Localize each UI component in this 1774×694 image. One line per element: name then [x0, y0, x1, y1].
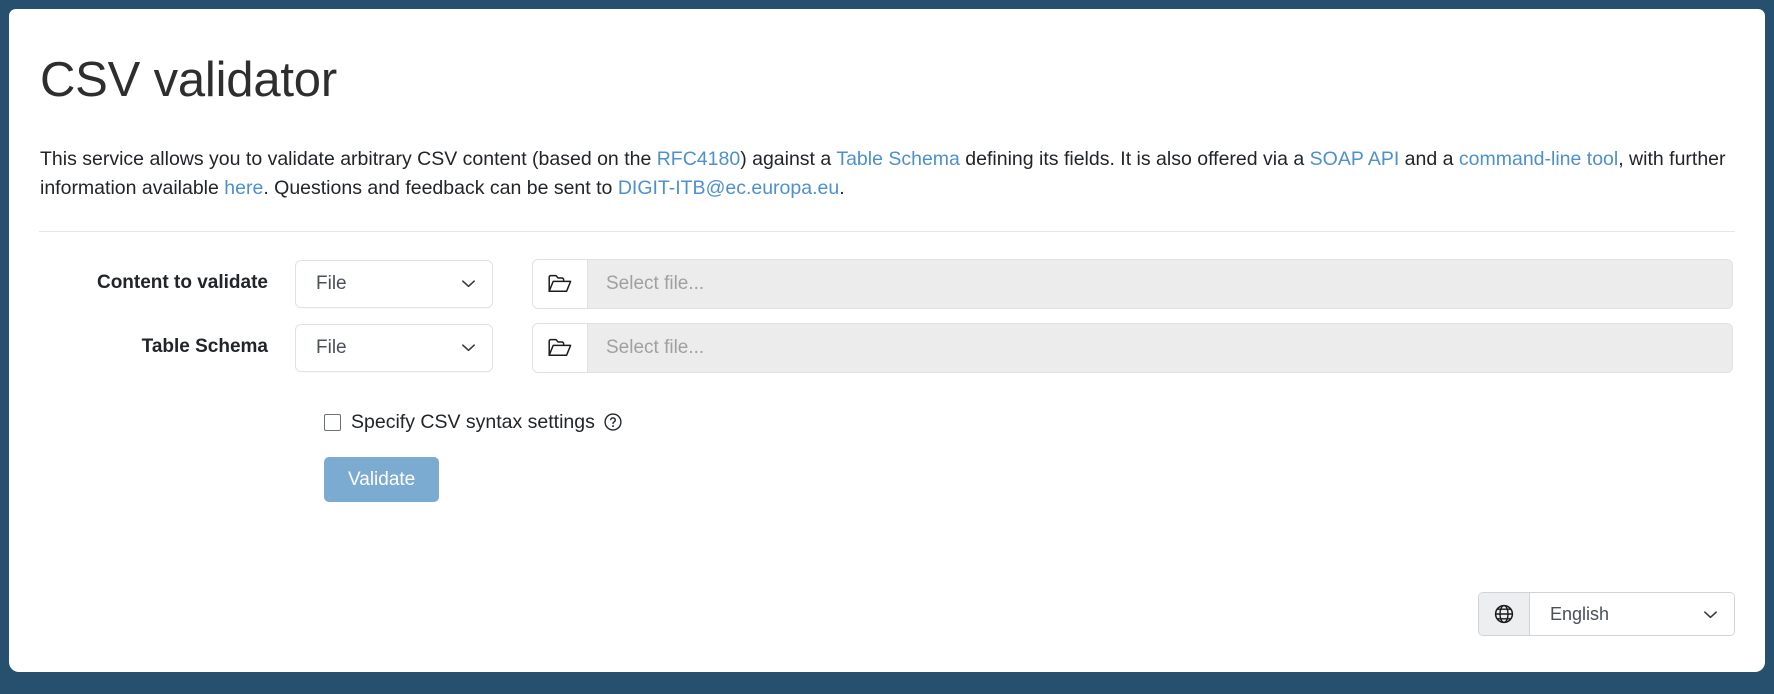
- intro-text-4: and a: [1399, 147, 1459, 170]
- schema-file-input-group[interactable]: Select file...: [532, 322, 1733, 373]
- table-schema-link[interactable]: Table Schema: [836, 148, 960, 170]
- schema-file-placeholder[interactable]: Select file...: [588, 323, 1732, 372]
- intro-text-2: ) against a: [740, 147, 837, 170]
- browser-frame: CSV validator This service allows you to…: [0, 0, 1774, 694]
- here-link[interactable]: here: [224, 177, 263, 199]
- content-source-value: File: [316, 272, 347, 294]
- page-title: CSV validator: [40, 53, 337, 107]
- specify-csv-syntax-label[interactable]: Specify CSV syntax settings: [351, 411, 595, 434]
- language-selector[interactable]: English: [1478, 592, 1735, 636]
- command-line-tool-link[interactable]: command-line tool: [1459, 148, 1618, 170]
- intro-paragraph: This service allows you to validate arbi…: [39, 108, 1735, 203]
- intro-text-7: .: [839, 176, 845, 199]
- open-folder-icon[interactable]: [533, 323, 588, 372]
- content-file-placeholder[interactable]: Select file...: [588, 259, 1732, 308]
- intro-text-3: defining its fields. It is also offered …: [959, 147, 1310, 170]
- chevron-down-icon: [1703, 607, 1718, 622]
- open-folder-icon[interactable]: [533, 259, 588, 308]
- schema-source-value: File: [316, 336, 347, 358]
- specify-csv-syntax-checkbox[interactable]: [324, 413, 341, 431]
- label-table-schema: Table Schema: [141, 336, 268, 358]
- schema-source-select[interactable]: File: [295, 323, 493, 372]
- submit-row: Validate: [39, 434, 1735, 502]
- language-selected-value: English: [1550, 603, 1610, 624]
- question-circle-icon[interactable]: [604, 413, 622, 431]
- validation-form: Content to validate File Select file... …: [39, 232, 1735, 502]
- chevron-down-icon: [461, 276, 476, 291]
- contact-email-link[interactable]: DIGIT-ITB@ec.europa.eu: [618, 177, 839, 199]
- content-file-input-group[interactable]: Select file...: [532, 258, 1733, 309]
- page-panel: CSV validator This service allows you to…: [9, 9, 1765, 672]
- globe-icon: [1479, 593, 1530, 635]
- soap-api-link[interactable]: SOAP API: [1310, 148, 1400, 170]
- form-row-table-schema: Table Schema File Select file...: [39, 322, 1735, 373]
- csv-syntax-settings-row: Specify CSV syntax settings: [39, 387, 1735, 434]
- language-select[interactable]: English: [1530, 593, 1734, 635]
- content-source-select[interactable]: File: [295, 259, 493, 308]
- rfc4180-link[interactable]: RFC4180: [657, 148, 740, 170]
- validate-button[interactable]: Validate: [324, 456, 440, 502]
- form-row-content-to-validate: Content to validate File Select file...: [39, 258, 1735, 309]
- chevron-down-icon: [461, 340, 476, 355]
- label-content-to-validate: Content to validate: [96, 272, 268, 294]
- intro-text-1: This service allows you to validate arbi…: [40, 147, 657, 170]
- intro-text-6: . Questions and feedback can be sent to: [263, 176, 618, 199]
